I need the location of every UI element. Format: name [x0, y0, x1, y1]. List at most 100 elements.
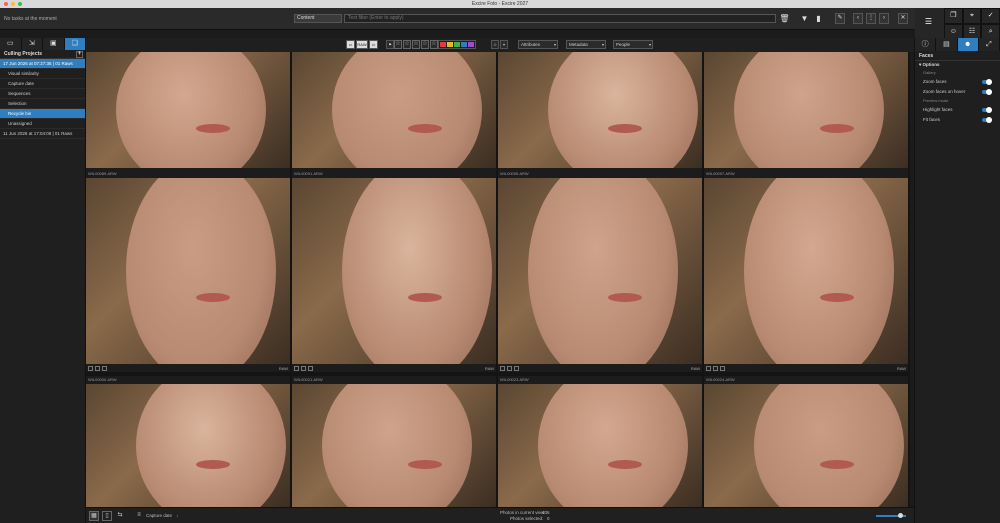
info-tab-icon[interactable]: ⓘ — [915, 38, 937, 51]
duplicates-icon[interactable]: ❐ — [944, 8, 963, 24]
photo-thumbnail-cell[interactable]: WIL00000.ARWRAW — [86, 376, 290, 515]
text-filter-input[interactable]: Text filter (Enter to apply) — [344, 14, 776, 23]
toggle-switch[interactable] — [982, 89, 992, 95]
photo-image[interactable] — [86, 384, 290, 507]
photo-thumbnail-cell[interactable]: RAW — [86, 52, 290, 176]
previous-button[interactable]: ‹ — [853, 13, 863, 24]
folder-tab-icon[interactable]: ▭ — [0, 38, 22, 50]
photo-image[interactable] — [498, 384, 702, 507]
edit-panel-icon[interactable]: ☰ — [923, 16, 934, 27]
project-subview-item[interactable]: Sequences — [0, 89, 85, 99]
photo-thumbnail-cell[interactable]: WIL00023.ARWRAW — [498, 376, 702, 515]
slider-handle[interactable] — [898, 513, 903, 518]
color-label-swatch[interactable] — [454, 42, 460, 47]
photo-image[interactable] — [704, 52, 908, 168]
flag-icon[interactable] — [720, 365, 725, 371]
photo-thumbnail-cell[interactable]: WIL00021.ARWRAW — [292, 376, 496, 515]
tag-icon[interactable]: ✓ — [981, 8, 1000, 24]
color-label-swatch[interactable] — [447, 42, 453, 47]
rating-icon[interactable] — [294, 365, 299, 371]
jpeg-filter-button[interactable]: ▭ — [346, 40, 355, 49]
flag-icon[interactable] — [308, 365, 313, 371]
photo-image[interactable] — [86, 178, 290, 364]
zoom-faces-toggle[interactable]: Zoom faces — [915, 77, 1000, 87]
color-label-icon[interactable] — [95, 365, 100, 371]
face-filter-icon[interactable]: ☺ — [491, 40, 499, 49]
fit-faces-toggle[interactable]: Fit faces — [915, 115, 1000, 125]
single-view-icon[interactable]: ▯ — [102, 511, 112, 521]
project-row[interactable]: 17 Jun 2026 at 07:27:35 | 01 Raws — [0, 59, 85, 69]
raw-filter-button[interactable]: RAW — [356, 40, 368, 49]
photo-thumbnail-cell[interactable]: WIL00097.ARW RAW — [704, 170, 908, 372]
grid-view-icon[interactable]: ▦ — [89, 511, 99, 521]
pin-filter-icon[interactable]: ⌖ — [500, 40, 508, 49]
location-icon[interactable]: ⌖ — [962, 8, 982, 24]
star-icon[interactable]: ☆ — [421, 40, 429, 49]
photo-thumbnail-cell[interactable]: WIL00089.ARW RAW — [86, 170, 290, 372]
other-filter-button[interactable]: ▭ — [369, 40, 378, 49]
highlight-faces-toggle[interactable]: Highlight faces — [915, 105, 1000, 115]
photo-thumbnail-cell[interactable]: WIL00095.ARW RAW — [498, 170, 702, 372]
attributes-dropdown[interactable]: Attributes ▾ — [518, 40, 558, 49]
rating-icon[interactable] — [500, 365, 505, 371]
project-subview-item[interactable]: Selection — [0, 99, 85, 109]
photo-image[interactable] — [292, 384, 496, 507]
collection-tab-icon[interactable]: ▣ — [43, 38, 65, 50]
close-button[interactable]: ✕ — [898, 13, 908, 24]
rating-icon[interactable] — [88, 365, 93, 371]
star-icon[interactable]: ☆ — [394, 40, 402, 49]
zoom-faces-hover-toggle[interactable]: Zoom faces on hover — [915, 87, 1000, 97]
photo-image[interactable] — [498, 52, 702, 168]
rating-icon[interactable] — [706, 365, 711, 371]
edit-icon[interactable]: ✎ — [835, 13, 845, 24]
color-label-swatch[interactable] — [461, 42, 467, 47]
filter-icon[interactable]: ▼ — [799, 13, 810, 24]
project-subview-item[interactable]: Visual similarity — [0, 69, 85, 79]
options-section[interactable]: ▾ Options — [915, 61, 1000, 69]
photo-image[interactable] — [704, 384, 908, 507]
star-icon[interactable]: ☆ — [412, 40, 420, 49]
color-label-swatch[interactable] — [468, 42, 474, 47]
photo-image[interactable] — [498, 178, 702, 364]
photo-thumbnail-cell[interactable]: RAW — [704, 52, 908, 176]
maximize-window-icon[interactable] — [18, 2, 22, 6]
star-icon[interactable]: ☆ — [403, 40, 411, 49]
window-controls[interactable] — [4, 2, 22, 6]
metadata-tab-icon[interactable]: ▤ — [936, 38, 958, 51]
project-subview-item[interactable]: Recycle bin — [0, 109, 85, 119]
histogram-icon[interactable]: ▮ — [813, 13, 824, 24]
photo-thumbnail-cell[interactable]: RAW — [292, 52, 496, 176]
star-rating-filter[interactable]: ☆ ☆ ☆ ☆ ☆ — [394, 40, 438, 49]
photo-image[interactable] — [704, 178, 908, 364]
project-subview-item[interactable]: Unassigned — [0, 119, 85, 129]
project-subview-item[interactable]: Capture date — [0, 79, 85, 89]
photo-image[interactable] — [292, 178, 496, 364]
toggle-switch[interactable] — [982, 79, 992, 85]
next-nav-button[interactable]: ⋮ — [866, 13, 876, 24]
toggle-switch[interactable] — [982, 107, 992, 113]
photo-image[interactable] — [86, 52, 290, 168]
photo-image[interactable] — [292, 52, 496, 168]
flag-icon[interactable] — [102, 365, 107, 371]
people-dropdown[interactable]: People ▾ — [613, 40, 653, 49]
compare-view-icon[interactable]: ⇆ — [115, 511, 125, 521]
star-icon[interactable]: ☆ — [430, 40, 438, 49]
photo-thumbnail-cell[interactable]: WIL00024.ARWRAW — [704, 376, 908, 515]
minimize-window-icon[interactable] — [11, 2, 15, 6]
trash-icon[interactable]: 🗑 — [779, 13, 790, 24]
color-label-icon[interactable] — [507, 365, 512, 371]
color-label-icon[interactable] — [713, 365, 718, 371]
next-button[interactable]: › — [879, 13, 889, 24]
flag-icon[interactable] — [514, 365, 519, 371]
color-label-icon[interactable] — [301, 365, 306, 371]
toggle-switch[interactable] — [982, 117, 992, 123]
sort-direction-icon[interactable]: ↓ — [176, 513, 178, 518]
culling-tab-icon[interactable]: ❏ — [64, 38, 86, 50]
sort-label[interactable]: Capture date — [146, 513, 172, 518]
project-row[interactable]: 11 Jun 2026 at 17:04:08 | 01 Raws — [0, 129, 85, 139]
photo-thumbnail-cell[interactable]: RAW — [498, 52, 702, 176]
metadata-dropdown[interactable]: Metadata ▾ — [566, 40, 606, 49]
close-window-icon[interactable] — [4, 2, 8, 6]
sort-icon[interactable]: ≡ — [134, 511, 144, 521]
faces-tab-icon[interactable]: ☻ — [957, 38, 979, 51]
